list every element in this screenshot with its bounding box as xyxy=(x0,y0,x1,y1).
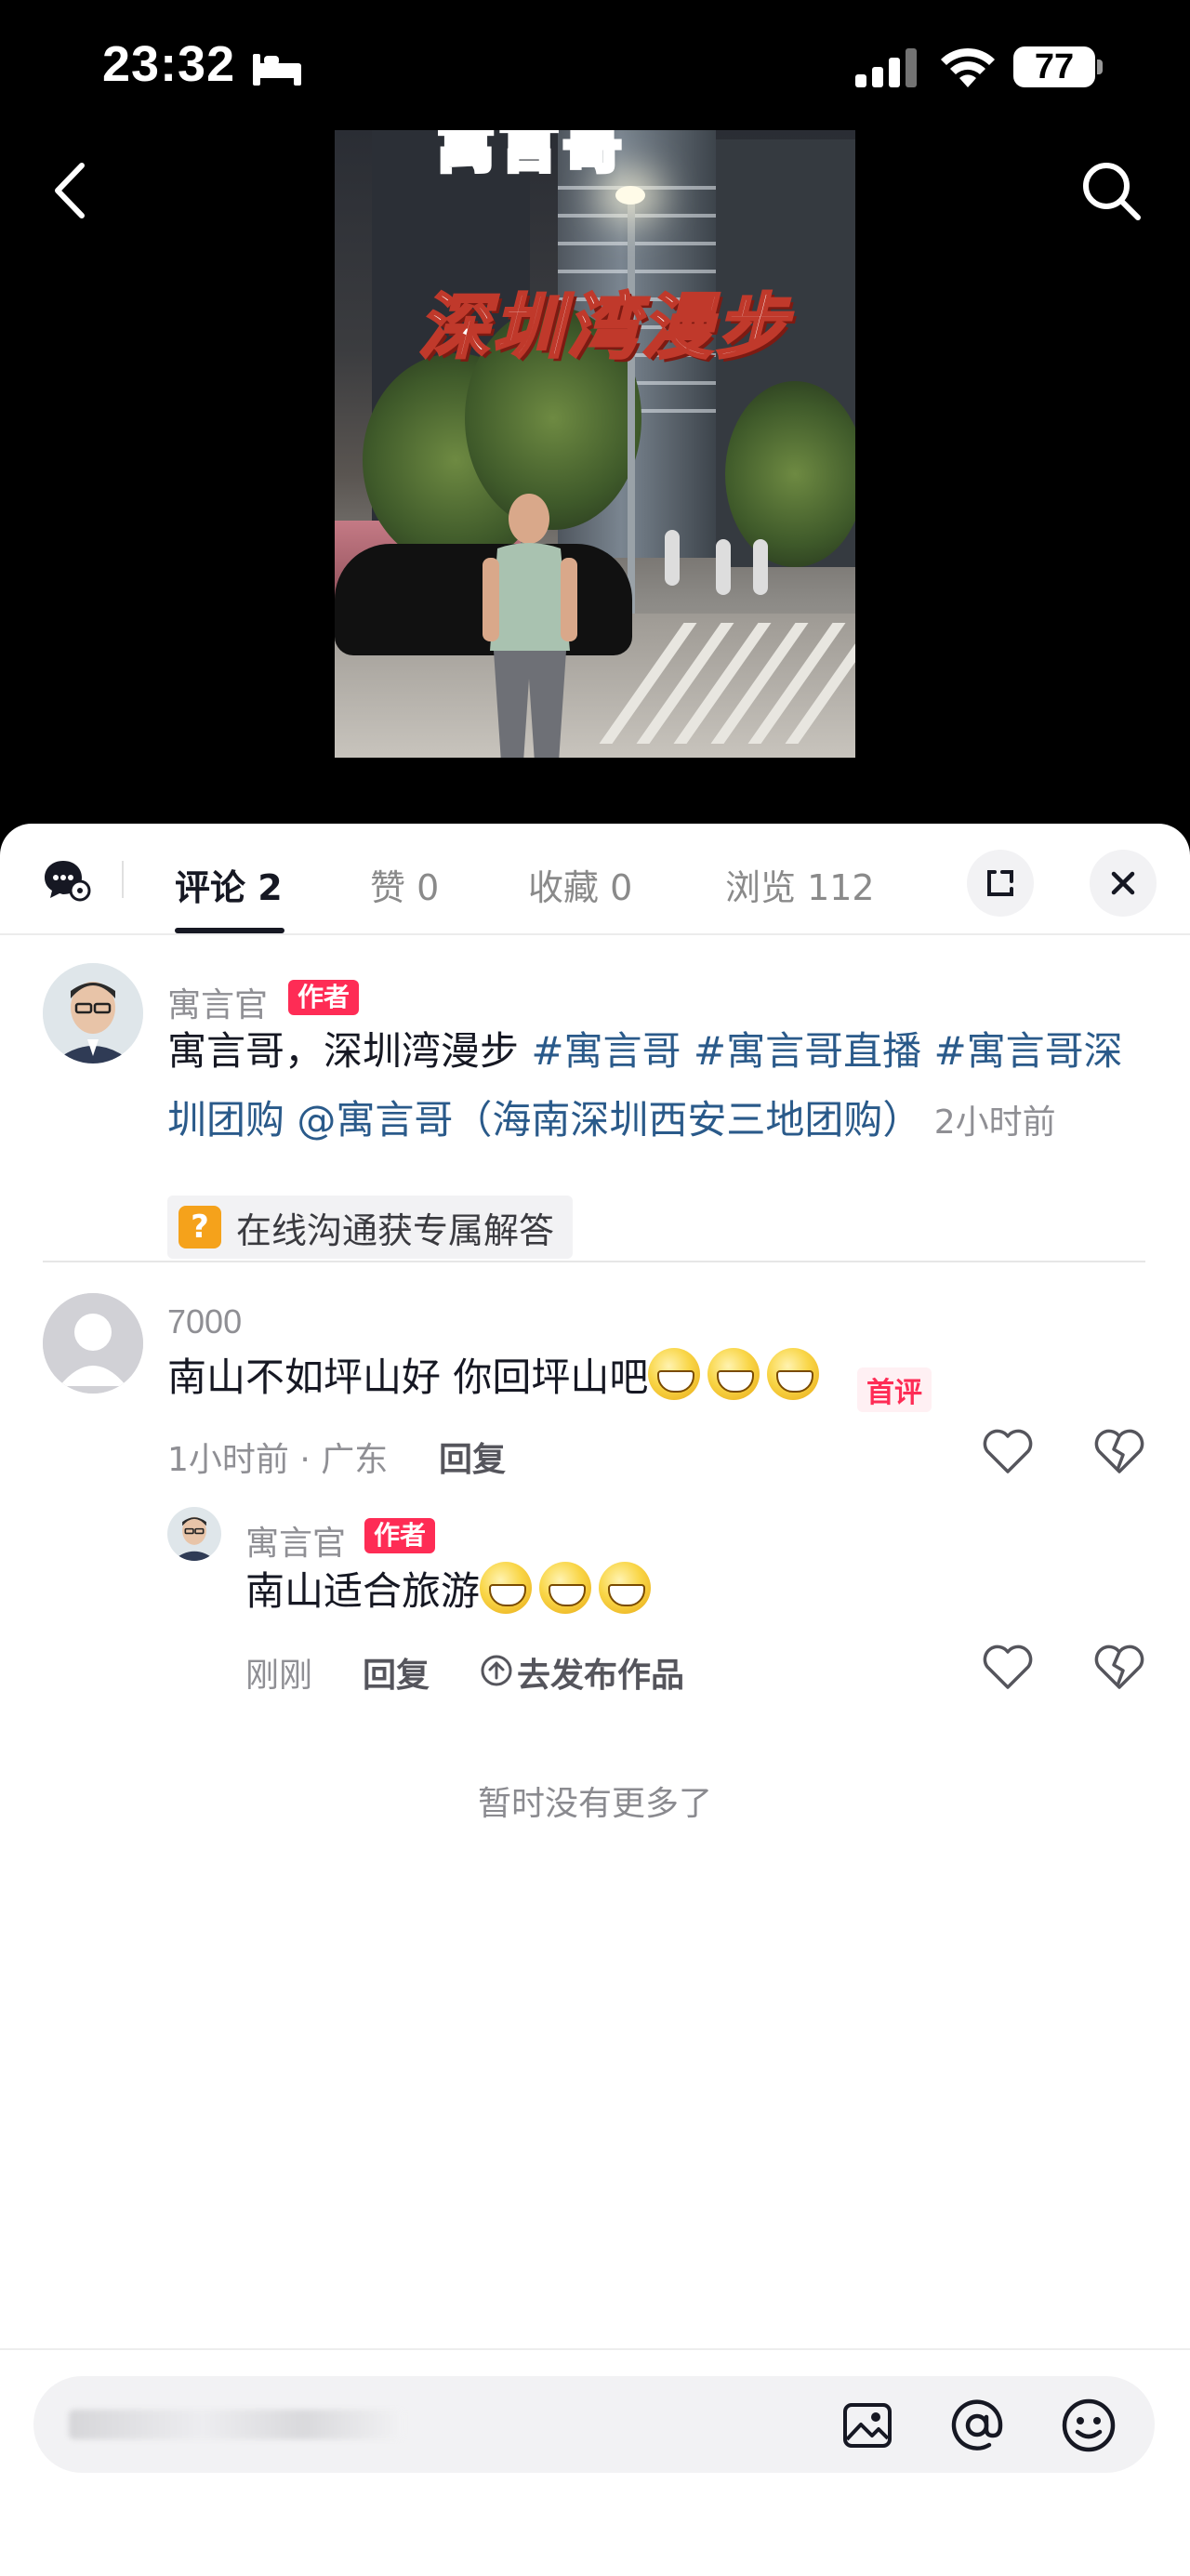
avatar[interactable] xyxy=(43,963,143,1063)
video-player[interactable]: 寓言哥 深圳湾漫步 xyxy=(335,130,855,758)
wifi-icon xyxy=(941,47,995,87)
publish-upload-icon[interactable] xyxy=(480,1654,513,1687)
reply-button[interactable]: 回复 xyxy=(363,1648,430,1697)
tab-comments[interactable]: 评论 2 xyxy=(175,859,283,910)
post-text-plain: 寓言哥，深圳湾漫步 xyxy=(167,1028,532,1074)
mention-icon[interactable] xyxy=(948,2397,1006,2454)
reply-button[interactable]: 回复 xyxy=(439,1433,506,1481)
video-pedestrian xyxy=(753,539,768,595)
reply-time: 刚刚 xyxy=(245,1657,313,1695)
publish-work-button[interactable]: 去发布作品 xyxy=(517,1648,684,1697)
tab-views[interactable]: 浏览 112 xyxy=(725,859,875,910)
expand-button[interactable] xyxy=(967,850,1034,917)
avatar-image xyxy=(43,963,143,1063)
expand-icon xyxy=(987,870,1013,896)
battery-indicator: 77 xyxy=(1013,46,1095,87)
cellular-signal-icon xyxy=(855,48,917,87)
close-button[interactable] xyxy=(1090,850,1157,917)
video-person xyxy=(483,494,577,758)
reply-text: 南山适合旅游 xyxy=(245,1557,658,1626)
like-icon[interactable] xyxy=(982,1645,1034,1691)
close-icon xyxy=(1111,871,1135,895)
comment-meta: 1小时前 · 广东 xyxy=(167,1441,389,1479)
search-icon[interactable] xyxy=(1078,158,1144,223)
grin-emoji xyxy=(648,1348,701,1400)
input-placeholder-blurred xyxy=(69,2410,403,2439)
active-tab-indicator xyxy=(175,928,284,933)
avatar-image xyxy=(167,1507,221,1561)
video-top-caption: 寓言哥 xyxy=(434,130,628,182)
battery-tip xyxy=(1097,59,1103,74)
tab-separator xyxy=(122,861,124,898)
post-mention[interactable]: 圳团购 @寓言哥（海南深圳西安三地团购） xyxy=(167,1097,921,1143)
comment-settings-icon[interactable] xyxy=(43,857,91,902)
dislike-icon[interactable] xyxy=(1093,1645,1145,1691)
video-pedestrian xyxy=(716,539,731,595)
like-icon[interactable] xyxy=(982,1429,1034,1475)
video-tree xyxy=(725,381,855,567)
post-hashtags[interactable]: #寓言哥 #寓言哥直播 #寓言哥深 xyxy=(531,1028,1122,1074)
comment-sheet: 评论 2 赞 0 收藏 0 浏览 112 寓言官 作者 寓言哥，深圳湾漫步 #寓… xyxy=(0,824,1190,2576)
consult-cta-label: 在线沟通获专属解答 xyxy=(236,1209,555,1251)
reply-text-content: 南山适合旅游 xyxy=(245,1568,481,1614)
avatar[interactable] xyxy=(43,1293,143,1394)
video-lamp-glow xyxy=(615,186,645,205)
default-avatar-icon xyxy=(43,1293,143,1394)
grin-emoji xyxy=(539,1562,592,1614)
question-icon: ? xyxy=(178,1206,221,1248)
grin-emoji xyxy=(480,1562,533,1614)
status-bar: 23:32 77 xyxy=(0,0,1190,130)
comment-input[interactable] xyxy=(33,2376,1155,2473)
grin-emoji xyxy=(599,1562,652,1614)
comment-user-name[interactable]: 7000 xyxy=(167,1302,242,1341)
tab-bar: 评论 2 赞 0 收藏 0 浏览 112 xyxy=(0,824,1190,935)
post-time: 2小时前 xyxy=(933,1103,1056,1142)
dislike-icon[interactable] xyxy=(1093,1429,1145,1475)
author-badge: 作者 xyxy=(288,980,360,1015)
post-divider xyxy=(43,1261,1145,1262)
post-text: 寓言哥，深圳湾漫步 #寓言哥 #寓言哥直播 #寓言哥深 圳团购 @寓言哥（海南深… xyxy=(167,1017,1153,1157)
comment-text-content: 南山不如坪山好 你回坪山吧 xyxy=(167,1354,649,1400)
comment-input-bar xyxy=(0,2348,1190,2576)
comment-text: 南山不如坪山好 你回坪山吧 xyxy=(167,1343,826,1412)
first-comment-badge: 首评 xyxy=(857,1367,932,1412)
author-badge: 作者 xyxy=(364,1518,436,1553)
consult-cta[interactable]: ? 在线沟通获专属解答 xyxy=(167,1196,574,1259)
no-more-note: 暂时没有更多了 xyxy=(477,1785,712,1823)
video-overlay-title: 深圳湾漫步 xyxy=(417,284,790,370)
tab-likes[interactable]: 赞 0 xyxy=(370,859,439,910)
tab-favorites[interactable]: 收藏 0 xyxy=(528,859,632,910)
image-icon[interactable] xyxy=(840,2398,894,2452)
grin-emoji xyxy=(767,1348,820,1400)
emoji-icon[interactable] xyxy=(1060,2397,1117,2454)
sleep-mode-icon xyxy=(253,54,301,86)
reply-avatar[interactable] xyxy=(167,1507,221,1561)
video-pedestrian xyxy=(665,530,680,586)
back-icon[interactable] xyxy=(46,158,93,223)
status-time: 23:32 xyxy=(102,36,236,92)
grin-emoji xyxy=(707,1348,760,1400)
